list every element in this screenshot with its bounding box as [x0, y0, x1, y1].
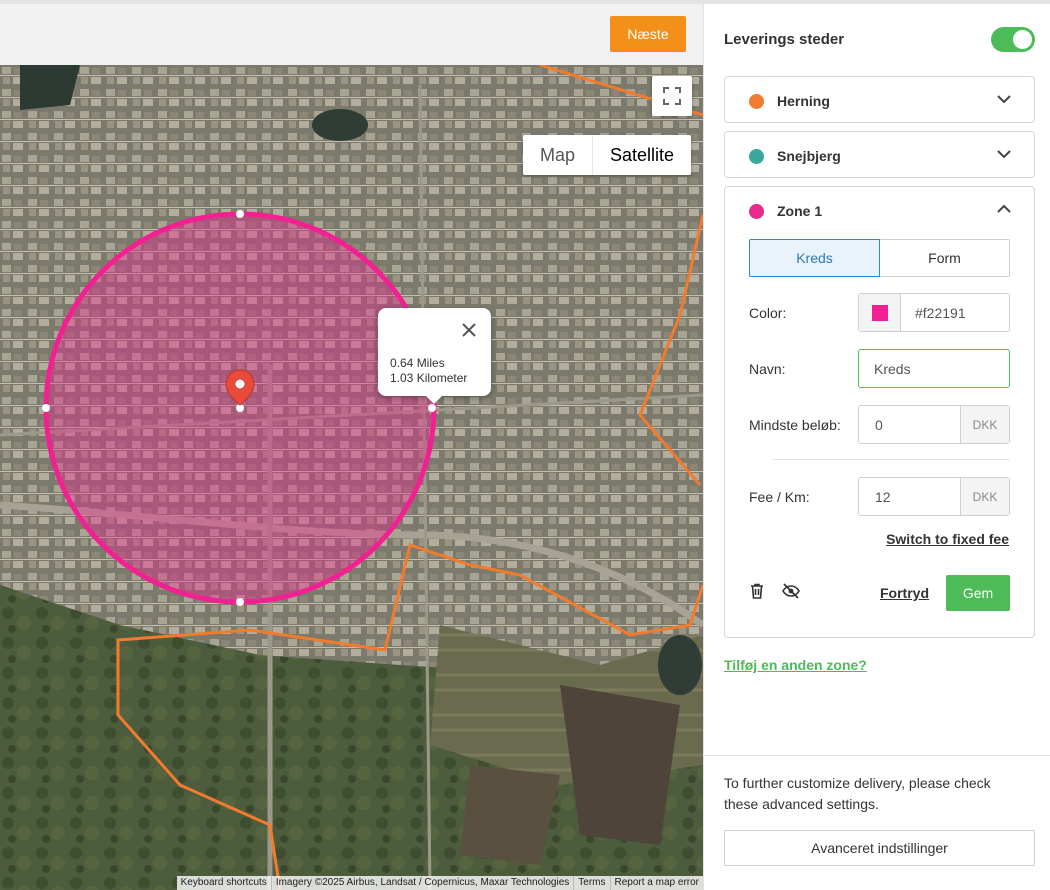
map-imagery: [0, 65, 703, 890]
tab-kreds[interactable]: Kreds: [749, 239, 880, 277]
next-button[interactable]: Næste: [610, 16, 686, 52]
panel-title: Leverings steder: [724, 31, 845, 48]
color-hex-value[interactable]: #f22191: [901, 294, 966, 331]
location-card-herning[interactable]: Herning: [724, 76, 1035, 123]
footer-divider: [704, 755, 1050, 756]
delivery-toggle[interactable]: [991, 27, 1035, 52]
zone-name: Zone 1: [777, 203, 823, 219]
eye-off-icon[interactable]: [782, 583, 800, 599]
chevron-up-icon[interactable]: [996, 203, 1012, 215]
close-icon[interactable]: [461, 322, 477, 338]
terms-link[interactable]: Terms: [573, 876, 609, 890]
fullscreen-button[interactable]: [652, 76, 692, 116]
min-amount-field[interactable]: 0 DKK: [858, 405, 1010, 444]
currency-suffix: DKK: [960, 478, 1009, 515]
name-label: Navn:: [749, 361, 786, 377]
keyboard-shortcuts-link[interactable]: Keyboard shortcuts: [177, 876, 271, 890]
save-button[interactable]: Gem: [946, 575, 1010, 611]
map-section: Næste Map Satellite 0.64 Miles 1.03 Kilo…: [0, 4, 703, 890]
map-toolbar: Næste: [0, 4, 703, 65]
report-map-error-link[interactable]: Report a map error: [609, 876, 703, 890]
color-swatch: [871, 304, 888, 321]
color-picker[interactable]: #f22191: [858, 293, 1010, 332]
location-color-dot: [749, 149, 764, 164]
add-zone-link[interactable]: Tilføj en anden zone?: [724, 657, 867, 673]
imagery-credit: Imagery ©2025 Airbus, Landsat / Copernic…: [270, 876, 573, 890]
advanced-settings-hint: To further customize delivery, please ch…: [724, 775, 991, 812]
fee-per-km-input[interactable]: 12: [859, 478, 960, 515]
tab-form[interactable]: Form: [880, 239, 1010, 277]
location-header[interactable]: Herning: [725, 77, 1034, 123]
divider: [773, 459, 1010, 460]
delivery-panel: Leverings steder Herning Snejbjerg Zone …: [703, 4, 1050, 890]
zone-color-dot: [749, 204, 764, 219]
zone-name-input[interactable]: Kreds: [858, 349, 1010, 388]
fee-per-km-field[interactable]: 12 DKK: [858, 477, 1010, 516]
satellite-map[interactable]: Map Satellite 0.64 Miles 1.03 Kilometer …: [0, 65, 703, 890]
color-label: Color:: [749, 305, 787, 321]
map-type-satellite-button[interactable]: Satellite: [593, 135, 691, 175]
map-type-map-button[interactable]: Map: [523, 135, 594, 175]
trash-icon[interactable]: [749, 583, 765, 599]
radius-info-popup: 0.64 Miles 1.03 Kilometer: [378, 308, 491, 404]
map-attribution: Keyboard shortcuts Imagery ©2025 Airbus,…: [176, 876, 703, 890]
fullscreen-icon: [663, 87, 681, 105]
zone-card-zone-1: Zone 1 Kreds Form Color: #f22191 Navn: K…: [724, 186, 1035, 638]
radius-miles: 0.64 Miles: [390, 356, 445, 370]
toggle-knob: [1013, 30, 1032, 49]
location-name: Herning: [777, 93, 830, 109]
min-amount-input[interactable]: 0: [859, 406, 960, 443]
location-color-dot: [749, 94, 764, 109]
location-name: Snejbjerg: [777, 148, 841, 164]
chevron-down-icon[interactable]: [996, 93, 1012, 105]
map-type-control: Map Satellite: [523, 135, 692, 175]
min-amount-label: Mindste beløb:: [749, 417, 841, 433]
fee-per-km-label: Fee / Km:: [749, 489, 810, 505]
location-card-snejbjerg[interactable]: Snejbjerg: [724, 131, 1035, 178]
currency-suffix: DKK: [960, 406, 1009, 443]
cancel-link[interactable]: Fortryd: [880, 585, 929, 601]
switch-to-fixed-fee-link[interactable]: Switch to fixed fee: [886, 531, 1009, 547]
color-swatch-button[interactable]: [859, 294, 901, 331]
chevron-down-icon[interactable]: [996, 148, 1012, 160]
shape-selector: Kreds Form: [749, 239, 1010, 277]
radius-kilometers: 1.03 Kilometer: [390, 371, 468, 385]
zone-header[interactable]: Zone 1: [725, 187, 1034, 233]
advanced-settings-button[interactable]: Avanceret indstillinger: [724, 830, 1035, 866]
location-header[interactable]: Snejbjerg: [725, 132, 1034, 178]
